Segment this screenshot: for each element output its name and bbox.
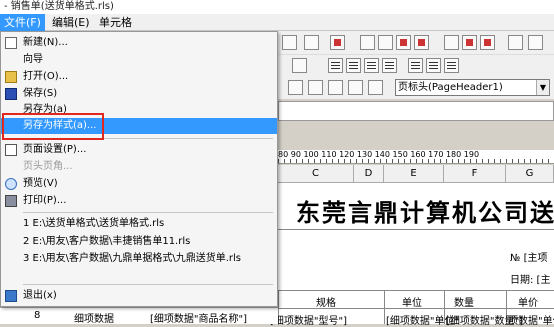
toolbar-format <box>278 55 554 77</box>
sheet-area[interactable]: C D E F G 东莞言鼎计算机公司送 № [主项 日期: [主 规格 单位 … <box>270 165 554 327</box>
resize-icon[interactable] <box>528 35 543 50</box>
header-spec[interactable]: 规格 <box>316 294 336 309</box>
row-cell-type[interactable]: [细项数据"型号"] <box>270 312 347 327</box>
menu-item-page-setup[interactable]: 页面设置(P)... <box>1 142 277 158</box>
printer-icon <box>5 195 17 207</box>
paste-icon[interactable] <box>330 35 345 50</box>
file-menu-dropdown: 新建(N)... 向导 打开(O)... 保存(S) 另存为(a) 另存为样式(… <box>0 31 278 307</box>
grid-line <box>278 308 554 309</box>
menu-edit[interactable]: 编辑(E) <box>48 14 94 31</box>
grid-line <box>278 229 554 230</box>
valign-middle-icon[interactable] <box>426 58 441 73</box>
column-header-d[interactable]: D <box>354 165 384 183</box>
section-select-value: 页标头(PageHeader1) <box>398 82 503 93</box>
space-icon[interactable] <box>444 35 459 50</box>
exit-icon <box>5 290 17 302</box>
new-file-icon <box>5 37 17 49</box>
menu-item-recent-2[interactable]: 2 E:\用友\客户数据\丰捷销售单11.rls <box>1 234 277 250</box>
align-right-icon[interactable] <box>364 58 379 73</box>
toolbar-top <box>278 31 554 55</box>
report-title[interactable]: 东莞言鼎计算机公司送 <box>296 193 554 228</box>
header-unit[interactable]: 单位 <box>402 294 422 309</box>
number-label[interactable]: № [主项 <box>510 249 547 264</box>
column-header-e[interactable]: E <box>384 165 444 183</box>
align-left-icon[interactable] <box>328 58 343 73</box>
formula-bar[interactable] <box>278 101 554 121</box>
column-header-g[interactable]: G <box>506 165 554 183</box>
menu-bar: 文件(F) 编辑(E) 单元格 <box>0 14 554 31</box>
row-number[interactable]: 8 <box>34 310 40 321</box>
header-qty[interactable]: 数量 <box>454 294 474 309</box>
annotation-highlight-box <box>2 113 104 140</box>
menu-item-new[interactable]: 新建(N)... <box>1 35 277 51</box>
insert-field-icon[interactable] <box>288 80 303 95</box>
save-disk-icon <box>5 88 17 100</box>
ruler-numbers: 80 90 100 110 120 130 140 150 160 170 18… <box>278 150 480 159</box>
menu-file[interactable]: 文件(F) <box>0 14 45 31</box>
align-top-icon[interactable] <box>360 35 375 50</box>
column-header-f[interactable]: F <box>444 165 506 183</box>
header-price[interactable]: 单价 <box>518 294 538 309</box>
menu-cell[interactable]: 单元格 <box>95 14 136 31</box>
page-setup-icon <box>5 144 17 156</box>
row-cell-price[interactable]: 项数据"单价" <box>508 312 554 327</box>
preview-icon <box>5 178 17 190</box>
ruler: 80 90 100 110 120 130 140 150 160 170 18… <box>278 150 554 164</box>
sheet-row-left: 8 细项数据 [细项数据"商品名称"] <box>0 307 278 325</box>
insert-group-icon[interactable] <box>308 80 323 95</box>
grid-line <box>278 290 554 291</box>
menu-separator <box>23 284 273 285</box>
align-center-icon[interactable] <box>346 58 361 73</box>
insert-total-icon[interactable] <box>328 80 343 95</box>
space-even-icon[interactable] <box>462 35 477 50</box>
justify-icon[interactable] <box>382 58 397 73</box>
menu-item-open[interactable]: 打开(O)... <box>1 69 277 85</box>
pen-color-icon[interactable] <box>292 58 307 73</box>
window-title: - 销售单(送货单格式.rls) <box>0 0 554 14</box>
cut-icon[interactable] <box>282 35 297 50</box>
copy-icon[interactable] <box>304 35 319 50</box>
insert-page-icon[interactable] <box>348 80 363 95</box>
size-icon[interactable] <box>508 35 523 50</box>
menu-item-page-header: 页头页角... <box>23 161 73 172</box>
menu-item-print[interactable]: 打印(P)... <box>1 193 277 209</box>
row-cell-name[interactable]: [细项数据"商品名称"] <box>150 310 247 325</box>
menu-item-wizard[interactable]: 向导 <box>1 52 277 68</box>
insert-date-icon[interactable] <box>368 80 383 95</box>
row-cell-item[interactable]: 细项数据 <box>74 310 114 325</box>
same-height-icon[interactable] <box>414 35 429 50</box>
chevron-down-icon[interactable]: ▼ <box>536 80 549 95</box>
date-label[interactable]: 日期: [主 <box>510 271 550 286</box>
align-bottom-icon[interactable] <box>396 35 411 50</box>
menu-separator <box>23 212 273 213</box>
menu-item-recent-1[interactable]: 1 E:\送货单格式\送货单格式.rls <box>1 216 277 232</box>
section-select[interactable]: 页标头(PageHeader1) ▼ <box>395 79 550 96</box>
same-width-icon[interactable] <box>480 35 495 50</box>
valign-bottom-icon[interactable] <box>444 58 459 73</box>
column-header-c[interactable]: C <box>278 165 354 183</box>
grid-line <box>384 290 385 324</box>
folder-open-icon <box>5 71 17 83</box>
valign-top-icon[interactable] <box>408 58 423 73</box>
menu-item-recent-3[interactable]: 3 E:\用友\客户数据\九鼎单据格式\九鼎送货单.rls <box>1 251 277 267</box>
menu-item-preview[interactable]: 预览(V) <box>1 176 277 192</box>
align-middle-icon[interactable] <box>378 35 393 50</box>
menu-item-save[interactable]: 保存(S) <box>1 86 277 102</box>
menu-item-exit[interactable]: 退出(x) <box>1 288 277 304</box>
